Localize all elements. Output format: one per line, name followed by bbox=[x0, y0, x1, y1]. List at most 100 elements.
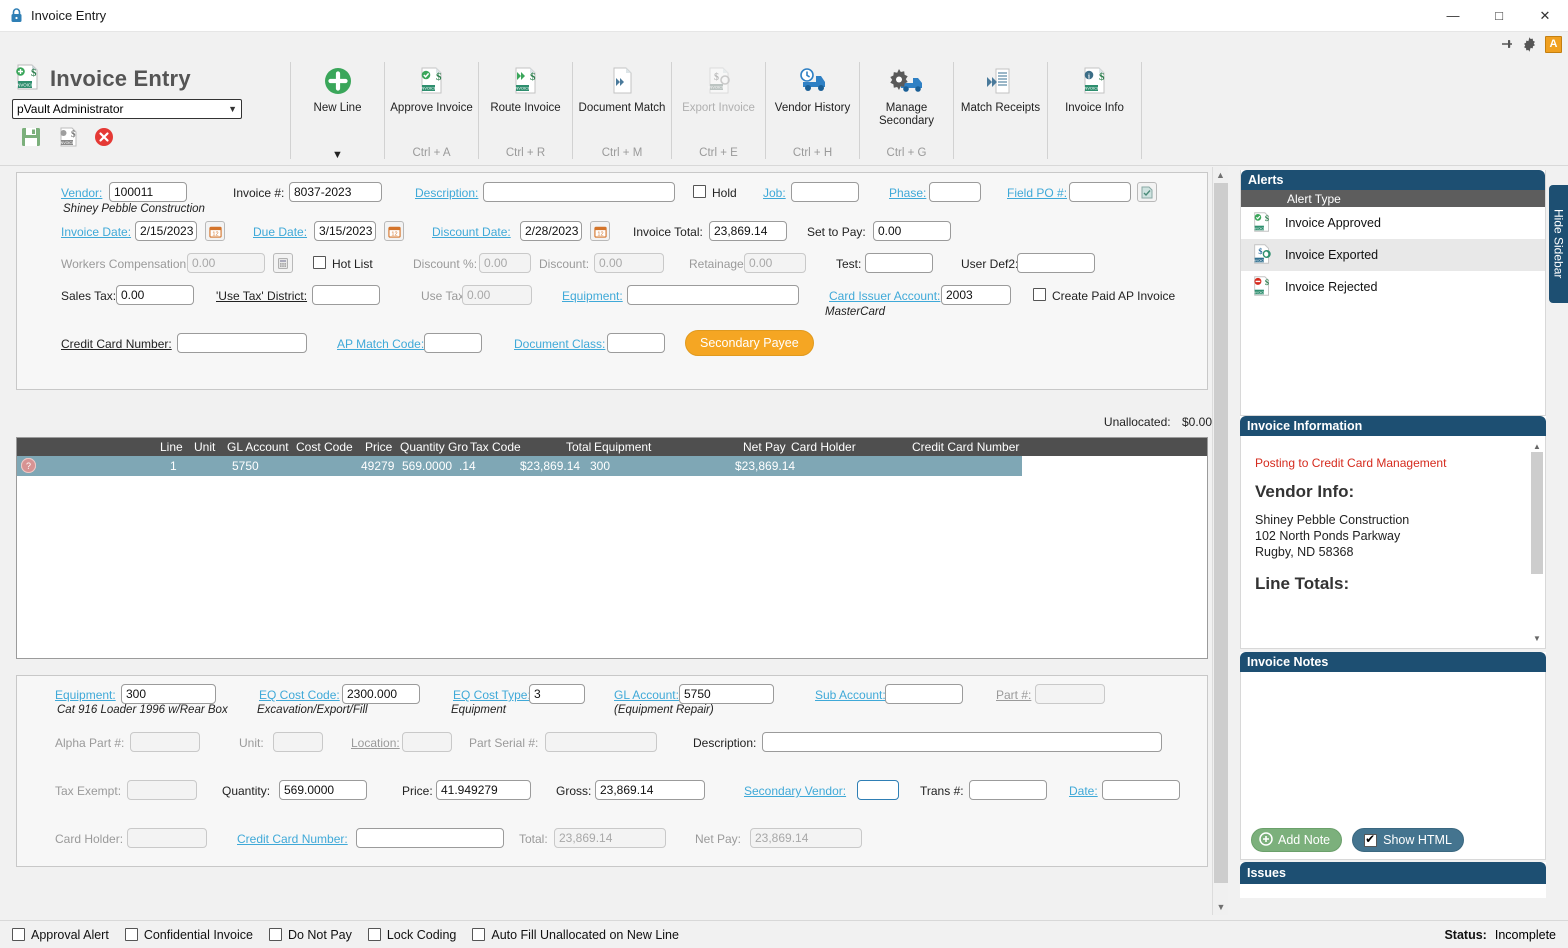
calendar-icon[interactable]: 12 bbox=[384, 221, 404, 241]
grid-col-quantity[interactable]: Quantity bbox=[400, 440, 445, 454]
secondary-vendor-label[interactable]: Secondary Vendor: bbox=[744, 784, 846, 798]
admin-badge-icon[interactable]: A bbox=[1545, 35, 1562, 53]
part-number-label[interactable]: Part #: bbox=[996, 688, 1031, 702]
detail-equipment-label[interactable]: Equipment: bbox=[55, 688, 116, 702]
approve-invoice-button[interactable]: INVOICE $ Approve Invoice Ctrl + A bbox=[385, 56, 478, 165]
pin-icon[interactable] bbox=[1500, 37, 1514, 51]
invoice-date-label[interactable]: Invoice Date: bbox=[61, 225, 131, 239]
invoice-info-button[interactable]: INVOICE i $ Invoice Info bbox=[1048, 56, 1141, 165]
add-note-button[interactable]: Add Note bbox=[1251, 828, 1343, 852]
grid-col-net-pay[interactable]: Net Pay bbox=[743, 440, 786, 454]
do-not-pay-checkbox[interactable] bbox=[268, 928, 282, 941]
field-po-label[interactable]: Field PO #: bbox=[1007, 186, 1067, 200]
gear-icon[interactable] bbox=[1521, 36, 1538, 53]
auto-fill-unallocated-checkbox[interactable] bbox=[472, 928, 486, 941]
description-label[interactable]: Description: bbox=[415, 186, 478, 200]
invoice-information-scrollbar[interactable]: ▲ ▼ bbox=[1531, 440, 1543, 644]
discount-input[interactable]: 0.00 bbox=[594, 253, 664, 273]
part-serial-input[interactable] bbox=[545, 732, 657, 752]
job-label[interactable]: Job: bbox=[763, 186, 786, 200]
eq-cost-type-label[interactable]: EQ Cost Type: bbox=[453, 688, 531, 702]
alpha-part-input[interactable] bbox=[130, 732, 200, 752]
grid-col-line[interactable]: Line bbox=[160, 440, 183, 454]
alert-row-invoice-rejected[interactable]: INVOICE $ Invoice Rejected bbox=[1241, 271, 1545, 303]
description-input[interactable] bbox=[483, 182, 675, 202]
gross-input[interactable]: 23,869.14 bbox=[595, 780, 705, 800]
tax-exempt-input[interactable] bbox=[127, 780, 197, 800]
manage-secondary-button[interactable]: Manage Secondary Ctrl + G bbox=[860, 56, 953, 165]
approval-alert-checkbox[interactable] bbox=[12, 928, 25, 941]
scroll-up-icon[interactable]: ▲ bbox=[1531, 440, 1543, 452]
grid-col-equipment[interactable]: Equipment bbox=[594, 440, 651, 454]
new-line-button[interactable]: New Line ▼ bbox=[291, 56, 384, 165]
chevron-down-icon[interactable]: ▼ bbox=[332, 149, 343, 161]
do-not-pay-checkbox-item[interactable]: Do Not Pay bbox=[268, 928, 352, 942]
vendor-label[interactable]: Vendor: bbox=[61, 186, 102, 200]
discount-date-label[interactable]: Discount Date: bbox=[432, 225, 511, 239]
document-class-label[interactable]: Document Class: bbox=[514, 337, 605, 351]
auto-fill-unallocated-checkbox-item[interactable]: Auto Fill Unallocated on New Line bbox=[472, 928, 679, 942]
lock-coding-checkbox[interactable] bbox=[367, 928, 381, 941]
sales-tax-input[interactable]: 0.00 bbox=[116, 285, 194, 305]
scroll-down-icon[interactable]: ▼ bbox=[1531, 632, 1543, 644]
confidential-invoice-checkbox[interactable] bbox=[124, 928, 138, 941]
secondary-vendor-input[interactable] bbox=[857, 780, 899, 800]
job-input[interactable] bbox=[791, 182, 859, 202]
detail-price-input[interactable]: 41.949279 bbox=[436, 780, 531, 800]
confidential-invoice-checkbox-item[interactable]: Confidential Invoice bbox=[124, 928, 253, 942]
document-class-input[interactable] bbox=[607, 333, 665, 353]
hot-list-checkbox[interactable] bbox=[313, 256, 326, 269]
card-issuer-account-label[interactable]: Card Issuer Account: bbox=[829, 289, 940, 303]
discount-percent-input[interactable]: 0.00 bbox=[479, 253, 531, 273]
create-paid-ap-checkbox[interactable] bbox=[1033, 288, 1046, 301]
field-po-input[interactable] bbox=[1069, 182, 1131, 202]
grid-col-cost-code[interactable]: Cost Code bbox=[296, 440, 353, 454]
due-date-input[interactable]: 3/15/2023 bbox=[314, 221, 376, 241]
detail-total-input[interactable]: 23,869.14 bbox=[554, 828, 666, 848]
invoice-date-input[interactable]: 2/15/2023 bbox=[135, 221, 197, 241]
grid-col-tax-code[interactable]: Tax Code bbox=[470, 440, 521, 454]
table-row[interactable]: + ⧉ ↻ $ ✕ ? 1 5750 49279 569.0000 .14 $2… bbox=[17, 456, 1022, 476]
trans-number-input[interactable] bbox=[969, 780, 1047, 800]
show-html-toggle[interactable]: Show HTML bbox=[1352, 828, 1464, 852]
calendar-icon[interactable]: 12 bbox=[205, 221, 225, 241]
scroll-thumb[interactable] bbox=[1214, 183, 1228, 883]
retainage-input[interactable]: 0.00 bbox=[744, 253, 806, 273]
field-po-lookup-icon[interactable] bbox=[1137, 182, 1157, 202]
left-pane-scrollbar[interactable]: ▲ ▼ bbox=[1212, 167, 1228, 915]
grid-col-gross[interactable]: Gro bbox=[448, 440, 468, 454]
scroll-thumb[interactable] bbox=[1531, 452, 1543, 574]
lock-coding-checkbox-item[interactable]: Lock Coding bbox=[367, 928, 456, 942]
detail-credit-card-input[interactable] bbox=[356, 828, 504, 848]
detail-net-pay-input[interactable]: 23,869.14 bbox=[750, 828, 862, 848]
discount-date-input[interactable]: 2/28/2023 bbox=[520, 221, 582, 241]
vendor-input[interactable]: 100011 bbox=[109, 182, 187, 202]
equipment-input[interactable] bbox=[627, 285, 799, 305]
alert-row-invoice-exported[interactable]: INVOICE $ Invoice Exported bbox=[1241, 239, 1545, 271]
calculator-icon[interactable] bbox=[273, 253, 293, 273]
invoice-number-input[interactable]: 8037-2023 bbox=[289, 182, 382, 202]
use-tax-district-input[interactable] bbox=[312, 285, 380, 305]
detail-description-input[interactable] bbox=[762, 732, 1162, 752]
hold-checkbox[interactable] bbox=[693, 185, 706, 198]
detail-date-label[interactable]: Date: bbox=[1069, 784, 1098, 798]
detail-gl-account-input[interactable]: 5750 bbox=[679, 684, 774, 704]
equipment-label[interactable]: Equipment: bbox=[562, 289, 623, 303]
grid-col-total[interactable]: Total bbox=[566, 440, 591, 454]
credit-card-number-input[interactable] bbox=[177, 333, 307, 353]
minimize-button[interactable]: — bbox=[1430, 0, 1476, 32]
sub-account-input[interactable] bbox=[885, 684, 963, 704]
scroll-down-icon[interactable]: ▼ bbox=[1213, 899, 1229, 915]
match-receipts-button[interactable]: Match Receipts bbox=[954, 56, 1047, 165]
detail-date-input[interactable] bbox=[1102, 780, 1180, 800]
test-input[interactable] bbox=[865, 253, 933, 273]
close-button[interactable]: ✕ bbox=[1522, 0, 1568, 32]
sub-account-label[interactable]: Sub Account: bbox=[815, 688, 886, 702]
detail-credit-card-label[interactable]: Credit Card Number: bbox=[237, 832, 348, 846]
delete-icon[interactable] bbox=[94, 127, 114, 150]
eq-cost-code-label[interactable]: EQ Cost Code: bbox=[259, 688, 340, 702]
document-match-button[interactable]: Document Match Ctrl + M bbox=[573, 56, 671, 165]
location-input[interactable] bbox=[402, 732, 452, 752]
hide-sidebar-tab[interactable]: Hide Sidebar bbox=[1549, 185, 1568, 303]
secondary-payee-button[interactable]: Secondary Payee bbox=[685, 330, 814, 356]
